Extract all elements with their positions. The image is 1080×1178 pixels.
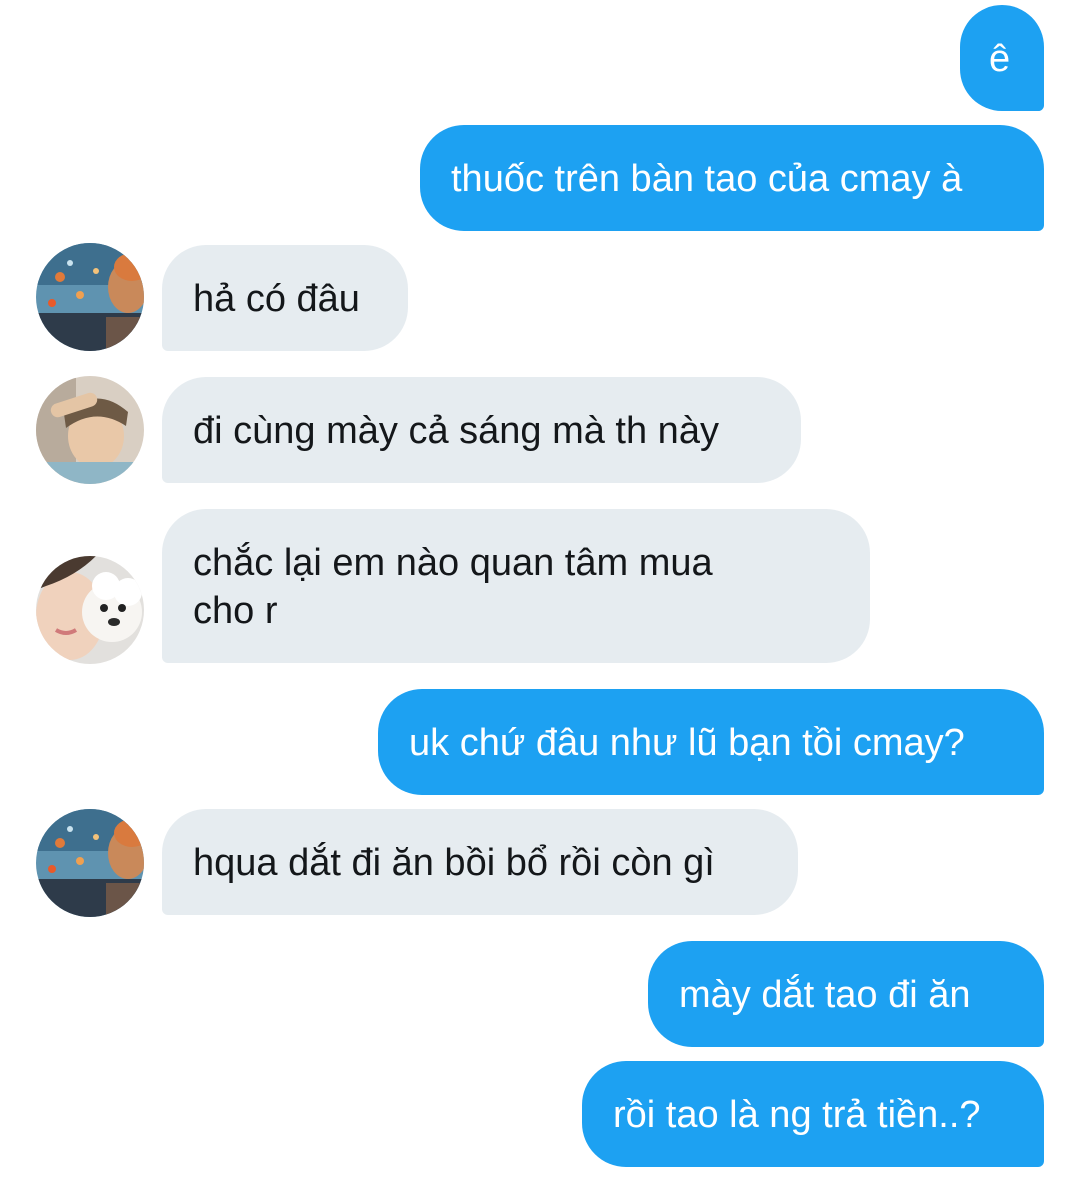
message-text: hả có đâu bbox=[193, 278, 360, 320]
outgoing-message[interactable]: rồi tao là ng trả tiền..? bbox=[582, 1061, 1044, 1167]
outgoing-message[interactable]: mày dắt tao đi ăn bbox=[648, 941, 1044, 1047]
message-text: uk chứ đâu như lũ bạn tồi cmay? bbox=[409, 722, 965, 764]
incoming-message[interactable]: hả có đâu bbox=[162, 245, 408, 351]
message-text: hqua dắt đi ăn bồi bổ rồi còn gì bbox=[193, 842, 715, 884]
message-text: thuốc trên bàn tao của cmay à bbox=[451, 158, 963, 200]
person-portrait-avatar[interactable] bbox=[36, 376, 144, 484]
incoming-message[interactable]: hqua dắt đi ăn bồi bổ rồi còn gì bbox=[162, 809, 798, 915]
message-text: đi cùng mày cả sáng mà th này bbox=[193, 410, 719, 452]
incoming-message[interactable]: đi cùng mày cả sáng mà th này bbox=[162, 377, 801, 483]
incoming-message[interactable]: chắc lại em nào quan tâm mua cho r bbox=[162, 509, 870, 663]
aquarium-photo-avatar[interactable] bbox=[36, 809, 144, 917]
outgoing-message[interactable]: thuốc trên bàn tao của cmay à bbox=[420, 125, 1044, 231]
message-text: rồi tao là ng trả tiền..? bbox=[613, 1094, 981, 1136]
message-text: chắc lại em nào quan tâm mua bbox=[193, 542, 713, 584]
message-text-line2: cho r bbox=[193, 590, 278, 632]
message-text: mày dắt tao đi ăn bbox=[679, 974, 971, 1016]
outgoing-message[interactable]: ê bbox=[960, 5, 1044, 111]
chat-screen: { "conversation": { "messages": [ {"dire… bbox=[0, 0, 1080, 1178]
outgoing-message[interactable]: uk chứ đâu như lũ bạn tồi cmay? bbox=[378, 689, 1044, 795]
aquarium-photo-avatar[interactable] bbox=[36, 243, 144, 351]
message-text: ê bbox=[989, 38, 1011, 80]
person-with-dog-avatar[interactable] bbox=[36, 556, 144, 664]
